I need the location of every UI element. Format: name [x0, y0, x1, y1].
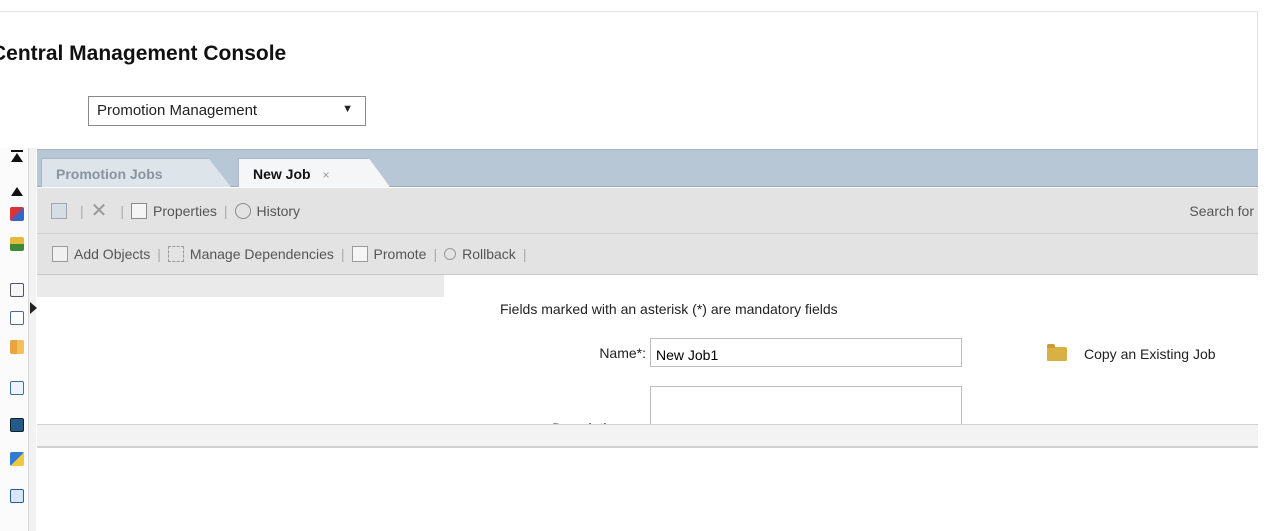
app-selector-dropdown[interactable]: Promotion Management ▼	[88, 96, 366, 126]
copy-existing-job-label: Copy an Existing Job	[1084, 346, 1216, 362]
promote-button[interactable]: Promote	[374, 246, 427, 262]
folder-settings-icon[interactable]	[10, 283, 24, 297]
up-arrow-icon[interactable]	[11, 187, 23, 196]
object-tree-pane	[37, 297, 444, 427]
expand-rail-icon[interactable]	[30, 302, 37, 314]
history-button[interactable]: History	[257, 203, 301, 219]
clipboard-icon[interactable]	[10, 311, 24, 325]
folder-icon	[1047, 344, 1067, 361]
copy-existing-job-link[interactable]: Copy an Existing Job	[1047, 344, 1216, 362]
history-icon	[234, 202, 251, 219]
tab-strip: Promotion Jobs New Job ×	[37, 149, 1258, 187]
divider: |	[433, 246, 438, 262]
divider: |	[80, 202, 84, 219]
description-field[interactable]	[650, 386, 962, 428]
mandatory-hint: Fields marked with an asterisk (*) are m…	[500, 301, 838, 317]
name-label: Name*:	[599, 345, 646, 361]
expand-icon[interactable]	[10, 489, 24, 503]
dropdown-arrow-icon: ▼	[342, 103, 353, 115]
add-objects-icon	[52, 246, 68, 262]
favorites-icon[interactable]	[10, 207, 24, 221]
tab-label: New Job	[253, 166, 311, 182]
name-field[interactable]	[650, 338, 962, 367]
toolbar-primary: | ✕ | Properties | History Search for	[37, 188, 1258, 234]
dependencies-icon	[167, 246, 184, 262]
divider: |	[223, 202, 228, 219]
rail-splitter[interactable]	[28, 148, 37, 531]
tab-promotion-jobs[interactable]: Promotion Jobs	[41, 158, 231, 187]
deploy-icon[interactable]	[10, 452, 24, 466]
divider: |	[120, 202, 125, 219]
promote-icon	[351, 246, 368, 262]
monitor-icon[interactable]	[10, 418, 24, 432]
users-icon[interactable]	[10, 237, 24, 251]
divider: |	[340, 246, 345, 262]
horizontal-splitter[interactable]	[37, 424, 1258, 448]
divider: |	[522, 246, 527, 262]
top-border	[0, 11, 1258, 12]
rollback-icon	[444, 248, 457, 260]
save-icon[interactable]	[51, 202, 67, 219]
rollback-button[interactable]: Rollback	[462, 246, 516, 262]
page-title: Central Management Console	[0, 42, 287, 65]
manage-dependencies-button[interactable]: Manage Dependencies	[190, 246, 334, 262]
bottom-pane	[37, 448, 1258, 531]
collapse-top-icon[interactable]	[11, 150, 23, 162]
search-label[interactable]: Search for	[1189, 188, 1254, 233]
object-tree-header	[37, 275, 444, 297]
properties-icon	[131, 202, 148, 219]
tab-label: Promotion Jobs	[56, 166, 163, 182]
add-objects-button[interactable]: Add Objects	[74, 246, 150, 262]
toolbar-secondary: Add Objects | Manage Dependencies | Prom…	[37, 234, 1258, 275]
delete-icon[interactable]: ✕	[91, 201, 108, 221]
properties-button[interactable]: Properties	[153, 203, 217, 219]
tab-new-job[interactable]: New Job ×	[238, 158, 390, 187]
document-check-icon[interactable]	[10, 381, 24, 395]
divider: |	[157, 246, 161, 262]
app-selector-value: Promotion Management	[97, 102, 258, 119]
grid-icon[interactable]	[10, 340, 24, 354]
close-icon[interactable]: ×	[322, 168, 329, 182]
